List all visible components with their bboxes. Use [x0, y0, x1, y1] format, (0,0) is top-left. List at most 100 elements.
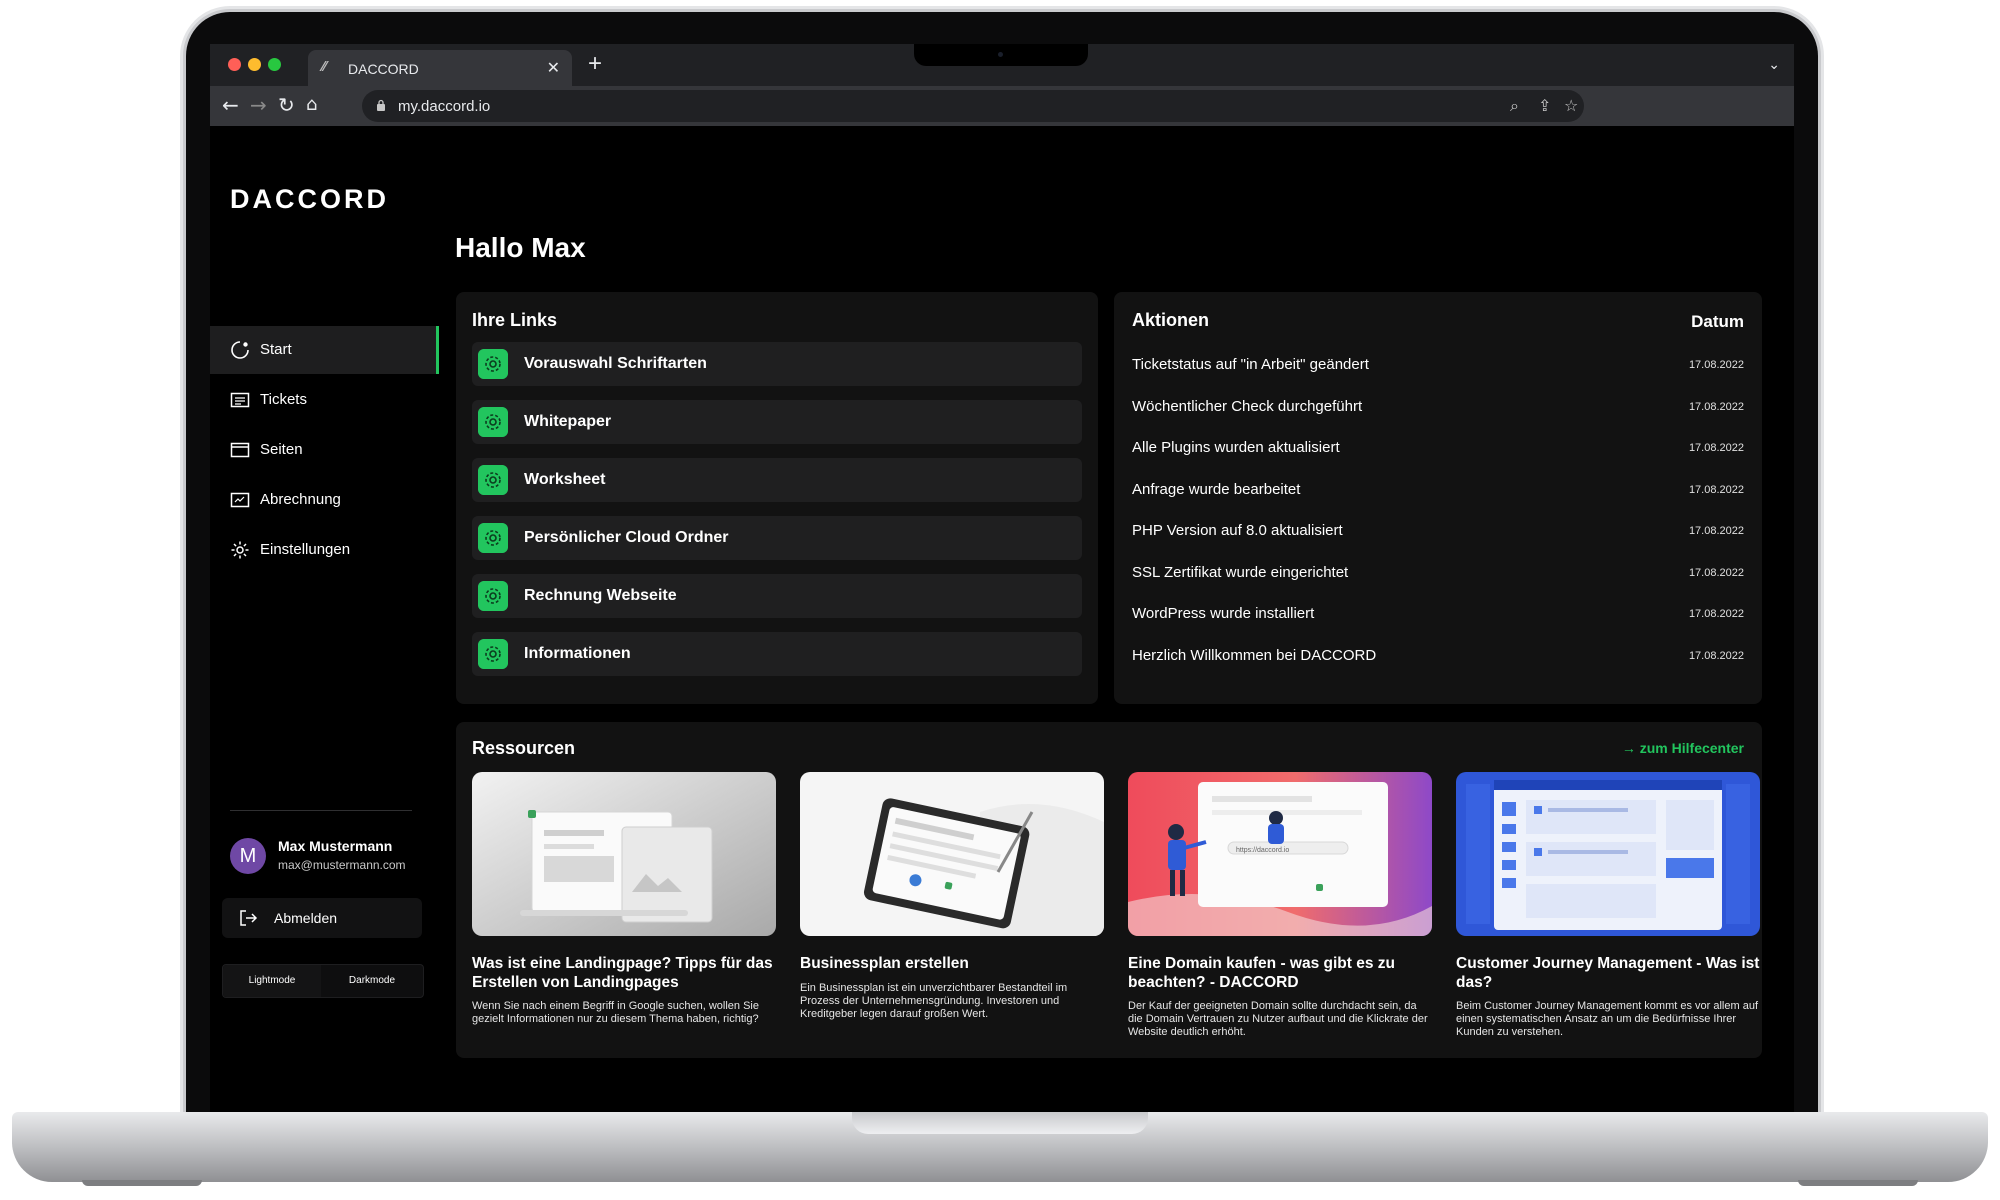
- link-item[interactable]: Informationen: [472, 632, 1082, 676]
- camera-icon: [998, 52, 1003, 57]
- new-tab-button[interactable]: +: [588, 52, 602, 76]
- back-button[interactable]: ←: [222, 94, 239, 116]
- action-date: 17.08.2022: [1688, 484, 1744, 496]
- resource-title[interactable]: Eine Domain kaufen - was gibt es zu beac…: [1128, 954, 1432, 992]
- sidebar-item-label: Einstellungen: [260, 541, 351, 558]
- laptop-base: [12, 1112, 1988, 1186]
- darkmode-button[interactable]: Darkmode: [323, 965, 421, 997]
- action-row: Anfrage wurde bearbeitet 17.08.2022: [1132, 481, 1744, 501]
- share-icon[interactable]: ⇪: [1538, 96, 1551, 115]
- browser-toolbar: ← → ↻ ⌂ my.daccord.io ⌕ ⇪ ☆: [210, 86, 1794, 127]
- action-row: Wöchentlicher Check durchgeführt 17.08.20…: [1132, 398, 1744, 418]
- home-button[interactable]: ⌂: [306, 94, 317, 116]
- actions-date-header: Datum: [1691, 312, 1744, 331]
- link-label: Informationen: [524, 645, 631, 662]
- app: DACCORD Start Tickets Seiten Abrechnung …: [210, 126, 1794, 1114]
- action-text: Ticketstatus auf "in Arbeit" geändert: [1132, 356, 1369, 373]
- maximize-window-button[interactable]: [268, 58, 281, 71]
- domain-thumbnail[interactable]: https://daccord.io: [1128, 772, 1432, 936]
- bookmark-star-icon[interactable]: ☆: [1564, 96, 1578, 115]
- logout-label: Abmelden: [274, 910, 338, 926]
- start-icon: [231, 341, 249, 359]
- gear-icon: [478, 407, 508, 437]
- action-date: 17.08.2022: [1688, 567, 1744, 579]
- action-row: PHP Version auf 8.0 aktualisiert 17.08.20…: [1132, 522, 1744, 542]
- link-label: Persönlicher Cloud Ordner: [524, 529, 729, 546]
- url-text: my.daccord.io: [398, 98, 491, 115]
- laptop-foot: [82, 1180, 202, 1186]
- tickets-icon: [230, 392, 250, 408]
- avatar[interactable]: M: [230, 838, 266, 874]
- zoom-icon[interactable]: ⌕: [1510, 96, 1519, 116]
- link-label: Whitepaper: [524, 413, 612, 430]
- action-text: PHP Version auf 8.0 aktualisiert: [1132, 522, 1343, 539]
- resource-title[interactable]: Customer Journey Management - Was ist da…: [1456, 954, 1760, 992]
- sidebar-item-label: Tickets: [260, 391, 307, 408]
- camera-notch: [914, 44, 1088, 66]
- sidebar-item-einstellungen[interactable]: Einstellungen: [210, 526, 436, 574]
- logout-icon: [240, 910, 258, 926]
- sidebar-item-tickets[interactable]: Tickets: [210, 376, 436, 424]
- reload-button[interactable]: ↻: [278, 94, 295, 116]
- gear-icon: [478, 349, 508, 379]
- pages-icon: [230, 442, 250, 458]
- theme-toggle: Lightmode Darkmode: [222, 964, 424, 998]
- browser-tab[interactable]: ⁄⁄ DACCORD ✕: [308, 50, 572, 86]
- resource-description: Der Kauf der geeigneten Domain sollte du…: [1128, 1000, 1428, 1038]
- action-row: Herzlich Willkommen bei DACCORD 17.08.202…: [1132, 647, 1744, 667]
- resources-card: Ressourcen → zum Hilfecenter Was ist ein…: [456, 722, 1762, 1058]
- sidebar-item-start[interactable]: Start: [210, 326, 439, 374]
- resources-title: Ressourcen: [472, 738, 576, 758]
- logo[interactable]: DACCORD: [230, 184, 389, 215]
- action-text: Anfrage wurde bearbeitet: [1132, 481, 1301, 498]
- link-item[interactable]: Rechnung Webseite: [472, 574, 1082, 618]
- action-date: 17.08.2022: [1688, 359, 1744, 371]
- action-date: 17.08.2022: [1688, 525, 1744, 537]
- resource-title[interactable]: Businessplan erstellen: [800, 954, 1104, 973]
- action-date: 17.08.2022: [1688, 442, 1744, 454]
- gear-icon: [478, 465, 508, 495]
- lightmode-button[interactable]: Lightmode: [223, 965, 321, 997]
- customer-journey-thumbnail[interactable]: [1456, 772, 1760, 936]
- close-window-button[interactable]: [228, 58, 241, 71]
- landingpage-thumbnail[interactable]: [472, 772, 776, 936]
- thumbnail-url-text: https://daccord.io: [1236, 847, 1289, 854]
- action-text: WordPress wurde installiert: [1132, 605, 1315, 622]
- tab-search-chevron-icon[interactable]: ⌄: [1768, 56, 1780, 73]
- links-card: Ihre Links Vorauswahl Schriftarten White…: [456, 292, 1098, 704]
- link-label: Worksheet: [524, 471, 606, 488]
- link-item[interactable]: Whitepaper: [472, 400, 1082, 444]
- link-item[interactable]: Vorauswahl Schriftarten: [472, 342, 1082, 386]
- link-item[interactable]: Persönlicher Cloud Ordner: [472, 516, 1082, 560]
- gear-icon: [478, 581, 508, 611]
- sidebar-item-label: Seiten: [260, 441, 303, 458]
- sidebar-item-abrechnung[interactable]: Abrechnung: [210, 476, 436, 524]
- links-title: Ihre Links: [472, 310, 558, 330]
- resource-description: Ein Businessplan ist ein unverzichtbarer…: [800, 982, 1068, 1020]
- sidebar-item-seiten[interactable]: Seiten: [210, 426, 436, 474]
- close-tab-icon[interactable]: ✕: [547, 58, 560, 78]
- logout-button[interactable]: Abmelden: [222, 898, 422, 938]
- link-label: Rechnung Webseite: [524, 587, 677, 604]
- forward-button[interactable]: →: [250, 94, 267, 116]
- minimize-window-button[interactable]: [248, 58, 261, 71]
- action-text: SSL Zertifikat wurde eingerichtet: [1132, 564, 1349, 581]
- resource-title[interactable]: Was ist eine Landingpage? Tipps für das …: [472, 954, 776, 992]
- sidebar-item-label: Start: [260, 341, 292, 358]
- sidebar-item-label: Abrechnung: [260, 491, 341, 508]
- link-item[interactable]: Worksheet: [472, 458, 1082, 502]
- businessplan-thumbnail[interactable]: [800, 772, 1104, 936]
- action-row: Alle Plugins wurden aktualisiert 17.08.20…: [1132, 439, 1744, 459]
- action-row: Ticketstatus auf "in Arbeit" geändert 17.…: [1132, 356, 1744, 376]
- action-date: 17.08.2022: [1688, 401, 1744, 413]
- gear-icon: [478, 523, 508, 553]
- address-bar[interactable]: my.daccord.io ⌕ ⇪ ☆: [362, 90, 1584, 122]
- action-row: WordPress wurde installiert 17.08.2022: [1132, 605, 1744, 625]
- resource-description: Wenn Sie nach einem Begriff in Google su…: [472, 1000, 759, 1025]
- tab-title: DACCORD: [348, 61, 419, 77]
- gear-icon: [231, 541, 249, 559]
- action-text: Wöchentlicher Check durchgeführt: [1132, 398, 1363, 415]
- help-center-link[interactable]: → zum Hilfecenter: [1622, 740, 1744, 756]
- action-date: 17.08.2022: [1688, 650, 1744, 662]
- actions-title: Aktionen: [1132, 310, 1210, 330]
